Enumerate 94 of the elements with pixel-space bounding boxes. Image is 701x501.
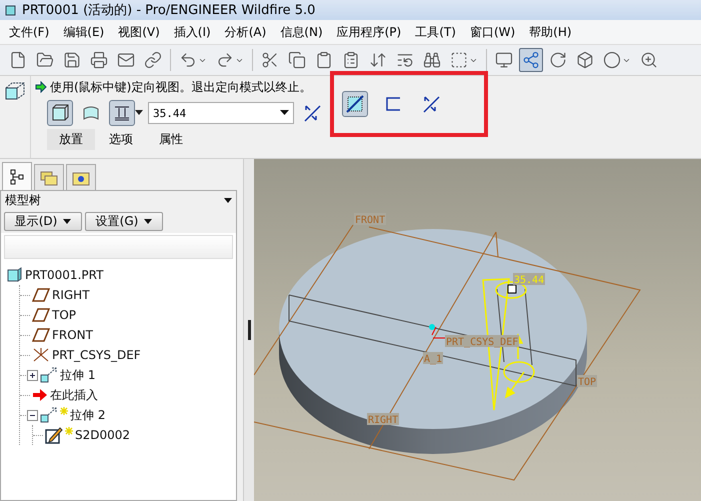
caret-icon — [63, 219, 72, 224]
app-cube-icon — [5, 4, 17, 16]
link-icon — [144, 51, 162, 69]
toolbar-button[interactable] — [519, 48, 543, 72]
tree-item[interactable]: PRT_CSYS_DEF — [52, 348, 141, 362]
datum-plane-icon — [32, 308, 50, 322]
arrow-icon — [35, 81, 47, 93]
dashboard-tab[interactable]: 选项 — [97, 129, 145, 150]
depth-value-field[interactable]: 35.44 — [148, 102, 294, 124]
binoculars-icon — [423, 51, 441, 69]
dashboard-tab[interactable]: 属性 — [147, 129, 195, 150]
caret-icon[interactable] — [224, 198, 232, 203]
copy-icon — [288, 51, 306, 69]
rotate-icon — [549, 51, 567, 69]
open-folder-icon — [36, 51, 54, 69]
caret-icon — [144, 219, 152, 224]
coordinate-system-icon — [32, 347, 50, 363]
depth-button[interactable] — [109, 100, 135, 126]
sphere-icon — [603, 51, 621, 69]
spin-center-icon — [522, 51, 540, 69]
dropdown-button[interactable]: 显示(D) — [4, 212, 82, 231]
menu-item[interactable]: 帮助(H) — [522, 24, 579, 40]
remove-button[interactable] — [342, 91, 368, 117]
new-feature-star-icon — [60, 407, 68, 415]
tree-item[interactable]: 拉伸 2 — [70, 406, 106, 424]
printer-icon — [90, 51, 108, 69]
menu-item[interactable]: 工具(T) — [408, 24, 463, 40]
solid-button[interactable] — [47, 100, 73, 126]
panel-title: 模型树 — [5, 192, 41, 209]
menu-item[interactable]: 窗口(W) — [462, 24, 522, 40]
plane-label: TOP — [577, 375, 597, 388]
plane-label: FRONT — [354, 213, 386, 226]
caret-icon[interactable] — [280, 110, 289, 116]
clipboard-icon — [315, 51, 333, 69]
navigator-tab[interactable] — [2, 162, 32, 190]
tree-item[interactable]: FRONT — [52, 328, 93, 342]
regenerate-list-icon — [396, 51, 414, 69]
tree-item[interactable]: RIGHT — [52, 288, 90, 302]
insert-arrow-icon — [32, 388, 48, 402]
part-cube-icon — [7, 267, 23, 283]
solid-icon — [51, 104, 69, 122]
menu-item[interactable]: 插入(I) — [166, 24, 218, 40]
sketch-pencil-icon — [45, 426, 63, 444]
dashboard-tab[interactable]: 放置 — [47, 129, 95, 150]
redo-icon — [216, 51, 234, 69]
expand-toggle[interactable] — [27, 370, 38, 380]
caret-icon[interactable] — [135, 110, 143, 116]
csys-label: PRT_CSYS_DEF — [445, 335, 519, 348]
tree-item[interactable]: PRT0001.PRT — [25, 268, 104, 282]
flip-arrow-icon — [422, 95, 440, 113]
save-icon — [63, 51, 81, 69]
new-file-icon — [9, 51, 27, 69]
window-title: PRT0001 (活动的) - Pro/ENGINEER Wildfire 5.0 — [22, 2, 316, 19]
favorites-folder-icon — [72, 170, 90, 186]
axis-label: A_1 — [423, 352, 443, 365]
datum-plane-icon — [32, 288, 50, 302]
plane-label: RIGHT — [367, 413, 399, 426]
undo-icon — [179, 51, 197, 69]
envelope-icon — [117, 51, 135, 69]
status-message: 使用(鼠标中键)定向视图。退出定向模式以终止。 — [50, 78, 312, 96]
menu-item[interactable]: 分析(A) — [218, 24, 274, 40]
menu-item[interactable]: 文件(F) — [2, 24, 56, 40]
remove-material-icon — [345, 94, 365, 114]
thicken-sketch-icon — [384, 95, 402, 113]
cube-outline-icon — [5, 82, 25, 100]
menu-item[interactable]: 视图(V) — [111, 24, 167, 40]
extrude-icon — [40, 407, 58, 423]
cube-icon — [576, 51, 594, 69]
tree-item[interactable]: 拉伸 1 — [60, 366, 96, 384]
tree-item[interactable]: S2D0002 — [75, 428, 130, 442]
monitor-icon — [495, 51, 513, 69]
menu-item[interactable]: 应用程序(P) — [330, 24, 408, 40]
splitter-grip[interactable] — [248, 320, 250, 340]
extrude-icon — [40, 367, 58, 383]
tree-item[interactable]: 在此插入 — [50, 386, 98, 404]
tree-structure-icon — [10, 168, 24, 184]
clipboard-list-icon — [342, 51, 360, 69]
flip-arrow-icon — [303, 104, 321, 122]
tree-item[interactable]: TOP — [52, 308, 76, 322]
menu-item[interactable]: 信息(N) — [273, 24, 330, 40]
dropdown-button[interactable]: 设置(G) — [85, 212, 163, 231]
expand-toggle[interactable] — [27, 410, 38, 420]
scissors-icon — [261, 51, 279, 69]
drag-handle[interactable] — [508, 284, 516, 294]
blind-depth-icon — [112, 104, 130, 122]
zoom-in-icon — [640, 51, 658, 69]
regenerate-icon — [369, 51, 387, 69]
new-feature-star-icon — [65, 427, 73, 435]
folders-icon — [40, 170, 58, 186]
menu-item[interactable]: 编辑(E) — [56, 24, 112, 40]
surface-icon — [82, 104, 100, 122]
dashed-selection-icon — [450, 51, 468, 69]
datum-plane-icon — [32, 328, 50, 342]
dimension-label: 35.44 — [513, 273, 545, 286]
